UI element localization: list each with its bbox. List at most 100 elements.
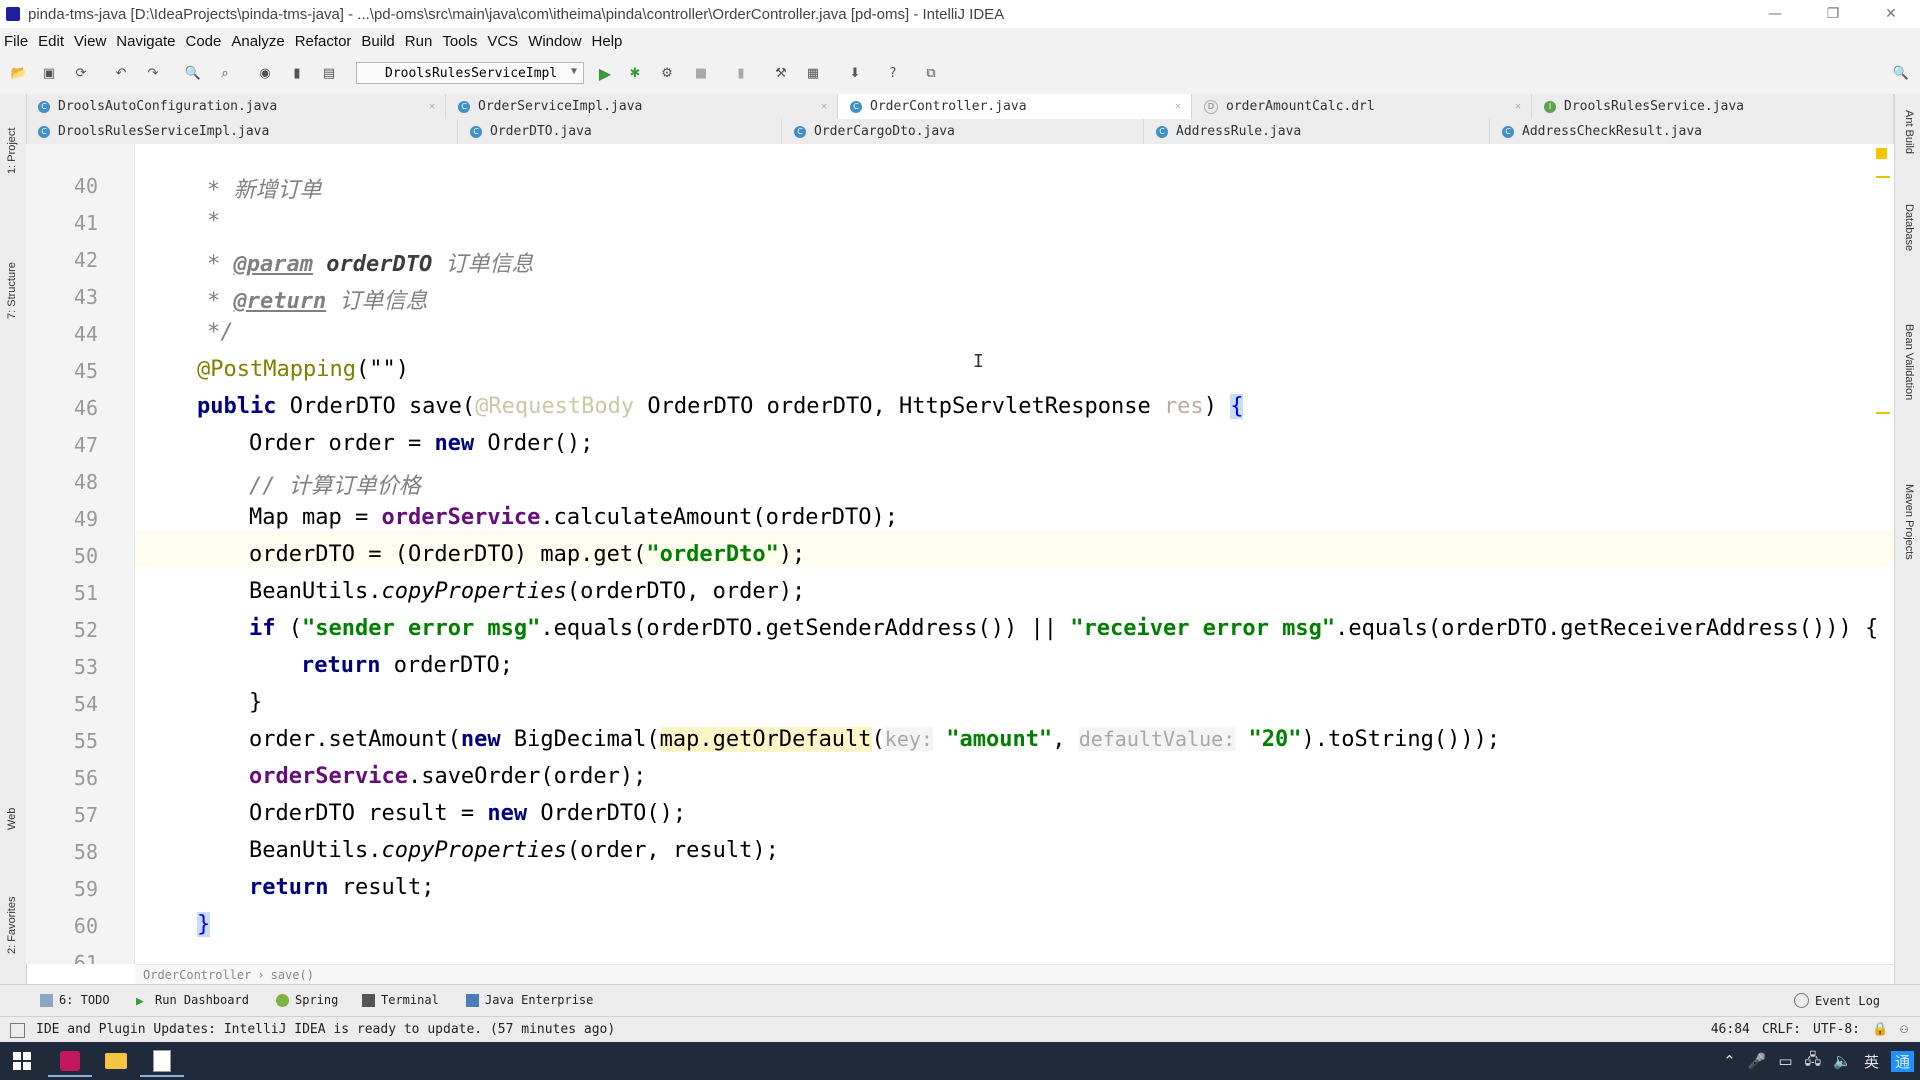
menu-code[interactable]: Code xyxy=(185,33,221,50)
chevron-up-icon[interactable]: ⌃ xyxy=(1723,1052,1736,1070)
toggle-tool-windows-icon[interactable] xyxy=(10,1023,25,1038)
code-editor[interactable]: * 新增订单 * * @param orderDTO 订单信息 * @retur… xyxy=(135,144,1894,964)
help-icon[interactable]: ? xyxy=(884,64,902,82)
tab-droolsrulesservice[interactable]: I DroolsRulesService.java xyxy=(1532,94,1894,119)
line-number: 54 xyxy=(73,692,98,716)
maven-projects-tool-button[interactable]: Maven Projects xyxy=(1903,484,1915,560)
coverage-icon[interactable]: ⚙ xyxy=(658,64,676,82)
spring-tool-button[interactable]: Spring xyxy=(276,993,338,1007)
caret-position[interactable]: 46:84 xyxy=(1711,1022,1750,1037)
build-icon[interactable]: ▮ xyxy=(288,64,306,82)
run-icon[interactable]: ▶ xyxy=(596,64,614,83)
close-tab-icon[interactable]: ✕ xyxy=(429,101,435,112)
tab-addresscheckresult[interactable]: C AddressCheckResult.java xyxy=(1490,119,1894,144)
sync-icon[interactable]: ⟳ xyxy=(72,64,90,82)
file-explorer-icon[interactable] xyxy=(94,1047,138,1075)
project-structure-icon[interactable]: ▤ xyxy=(320,64,338,82)
code-line-51: BeanUtils.copyProperties(orderDTO, order… xyxy=(249,579,806,604)
close-tab-icon[interactable]: ✕ xyxy=(1515,101,1521,112)
notepad-icon[interactable] xyxy=(140,1047,184,1077)
windows-start-icon[interactable] xyxy=(0,1047,44,1075)
bean-validation-tool-button[interactable]: Bean Validation xyxy=(1903,324,1915,400)
breadcrumb-method[interactable]: save() xyxy=(271,968,314,982)
menu-navigate[interactable]: Navigate xyxy=(116,33,175,50)
tab-orderamountcalc[interactable]: D orderAmountCalc.drl ✕ xyxy=(1192,94,1532,119)
close-button[interactable]: ✕ xyxy=(1862,0,1920,28)
run-configuration-select[interactable]: DroolsRulesServiceImpl ▼ xyxy=(356,62,584,84)
database-tool-button[interactable]: Database xyxy=(1903,204,1915,251)
minimize-button[interactable]: — xyxy=(1746,0,1804,28)
tab-ordercontroller[interactable]: C OrderController.java ✕ xyxy=(838,94,1192,119)
line-number: 49 xyxy=(73,507,98,531)
undo-icon[interactable]: ↶ xyxy=(112,64,130,82)
menu-run[interactable]: Run xyxy=(405,33,433,50)
sdk-icon[interactable]: ⚒ xyxy=(772,64,790,82)
breadcrumb-class[interactable]: OrderController xyxy=(143,968,251,982)
menu-refactor[interactable]: Refactor xyxy=(295,33,352,50)
run-dashboard-tool-button[interactable]: ▶ Run Dashboard xyxy=(136,993,249,1009)
structure-icon[interactable]: ▦ xyxy=(804,64,822,82)
open-folder-icon[interactable]: 📂 xyxy=(10,64,28,82)
java-enterprise-tool-button[interactable]: Java Enterprise xyxy=(466,993,593,1007)
inspection-status-icon[interactable] xyxy=(1876,148,1887,159)
debug-icon[interactable]: ✱ xyxy=(626,64,644,82)
menu-edit[interactable]: Edit xyxy=(38,33,64,50)
close-tab-icon[interactable]: ✕ xyxy=(1175,101,1181,112)
structure-tool-button[interactable]: 7: Structure xyxy=(6,262,18,319)
notification-icon[interactable]: 通 xyxy=(1890,1050,1914,1072)
ant-build-tool-button[interactable]: Ant Build xyxy=(1903,110,1915,154)
file-encoding[interactable]: UTF-8: xyxy=(1813,1022,1860,1037)
redo-icon[interactable]: ↷ xyxy=(144,64,162,82)
terminal-label: Terminal xyxy=(381,993,439,1007)
line-number: 47 xyxy=(73,433,98,457)
class-icon: C xyxy=(38,125,50,138)
tab-droolsautoconfiguration[interactable]: C DroolsAutoConfiguration.java ✕ xyxy=(26,94,446,119)
event-log-button[interactable]: Event Log xyxy=(1794,993,1880,1008)
lock-icon[interactable]: 🔒 xyxy=(1872,1022,1888,1037)
compile-icon[interactable]: ◉ xyxy=(256,64,274,82)
interface-icon: I xyxy=(1544,100,1556,113)
network-icon[interactable]: 🖧 xyxy=(1805,1049,1822,1074)
vcs-icon[interactable]: ⬇ xyxy=(846,64,864,82)
menu-tools[interactable]: Tools xyxy=(442,33,477,50)
tab-droolsrulesserviceimpl[interactable]: C DroolsRulesServiceImpl.java xyxy=(26,119,458,144)
update-running-icon[interactable]: ▮ xyxy=(732,64,750,82)
stop-icon[interactable]: ■ xyxy=(692,64,710,82)
editor-tabs-row-2: C DroolsRulesServiceImpl.java C OrderDTO… xyxy=(26,119,1894,145)
intellij-taskbar-icon[interactable] xyxy=(48,1047,92,1077)
menu-view[interactable]: View xyxy=(74,33,106,50)
tab-orderserviceimpl[interactable]: C OrderServiceImpl.java ✕ xyxy=(446,94,838,119)
event-log-label: Event Log xyxy=(1815,993,1881,1008)
project-tool-button[interactable]: 1: Project xyxy=(6,128,18,174)
close-tab-icon[interactable]: ✕ xyxy=(821,101,827,112)
line-separator[interactable]: CRLF: xyxy=(1762,1022,1801,1037)
menu-file[interactable]: File xyxy=(4,33,28,50)
microphone-icon[interactable]: 🎤 xyxy=(1748,1052,1767,1070)
code-line-49: Map map = orderService.calculateAmount(o… xyxy=(249,505,899,530)
replace-icon[interactable]: ⌕ xyxy=(216,64,234,82)
tab-ordercargodto[interactable]: C OrderCargoDto.java xyxy=(782,119,1144,144)
favorites-tool-button[interactable]: 2: Favorites xyxy=(6,897,18,954)
tab-addressrule[interactable]: C AddressRule.java xyxy=(1144,119,1490,144)
menu-help[interactable]: Help xyxy=(592,33,623,50)
save-all-icon[interactable]: ▣ xyxy=(40,64,58,82)
tab-orderdto[interactable]: C OrderDTO.java xyxy=(458,119,782,144)
text-cursor-icon: I xyxy=(973,351,984,372)
web-tool-button[interactable]: Web xyxy=(6,808,18,830)
menu-vcs[interactable]: VCS xyxy=(487,33,518,50)
menu-window[interactable]: Window xyxy=(528,33,581,50)
terminal-tool-button[interactable]: Terminal xyxy=(362,993,439,1007)
git-icon[interactable]: ⚇ xyxy=(1900,1022,1908,1037)
search-everywhere-icon[interactable]: 🔍 xyxy=(1892,64,1910,82)
volume-icon[interactable]: 🔈 xyxy=(1833,1052,1852,1070)
find-icon[interactable]: 🔍 xyxy=(184,64,202,82)
menu-build[interactable]: Build xyxy=(361,33,394,50)
ime-indicator[interactable]: 英 xyxy=(1864,1051,1879,1072)
todo-tool-button[interactable]: 6: TODO xyxy=(40,993,110,1007)
status-message[interactable]: IDE and Plugin Updates: IntelliJ IDEA is… xyxy=(36,1022,615,1037)
maximize-button[interactable]: ❐ xyxy=(1804,0,1862,28)
external-tools-icon[interactable]: ⧉ xyxy=(922,64,940,82)
battery-icon[interactable]: ▭ xyxy=(1778,1052,1792,1070)
menu-analyze[interactable]: Analyze xyxy=(231,33,284,50)
run-dashboard-icon: ▶ xyxy=(136,993,144,1009)
